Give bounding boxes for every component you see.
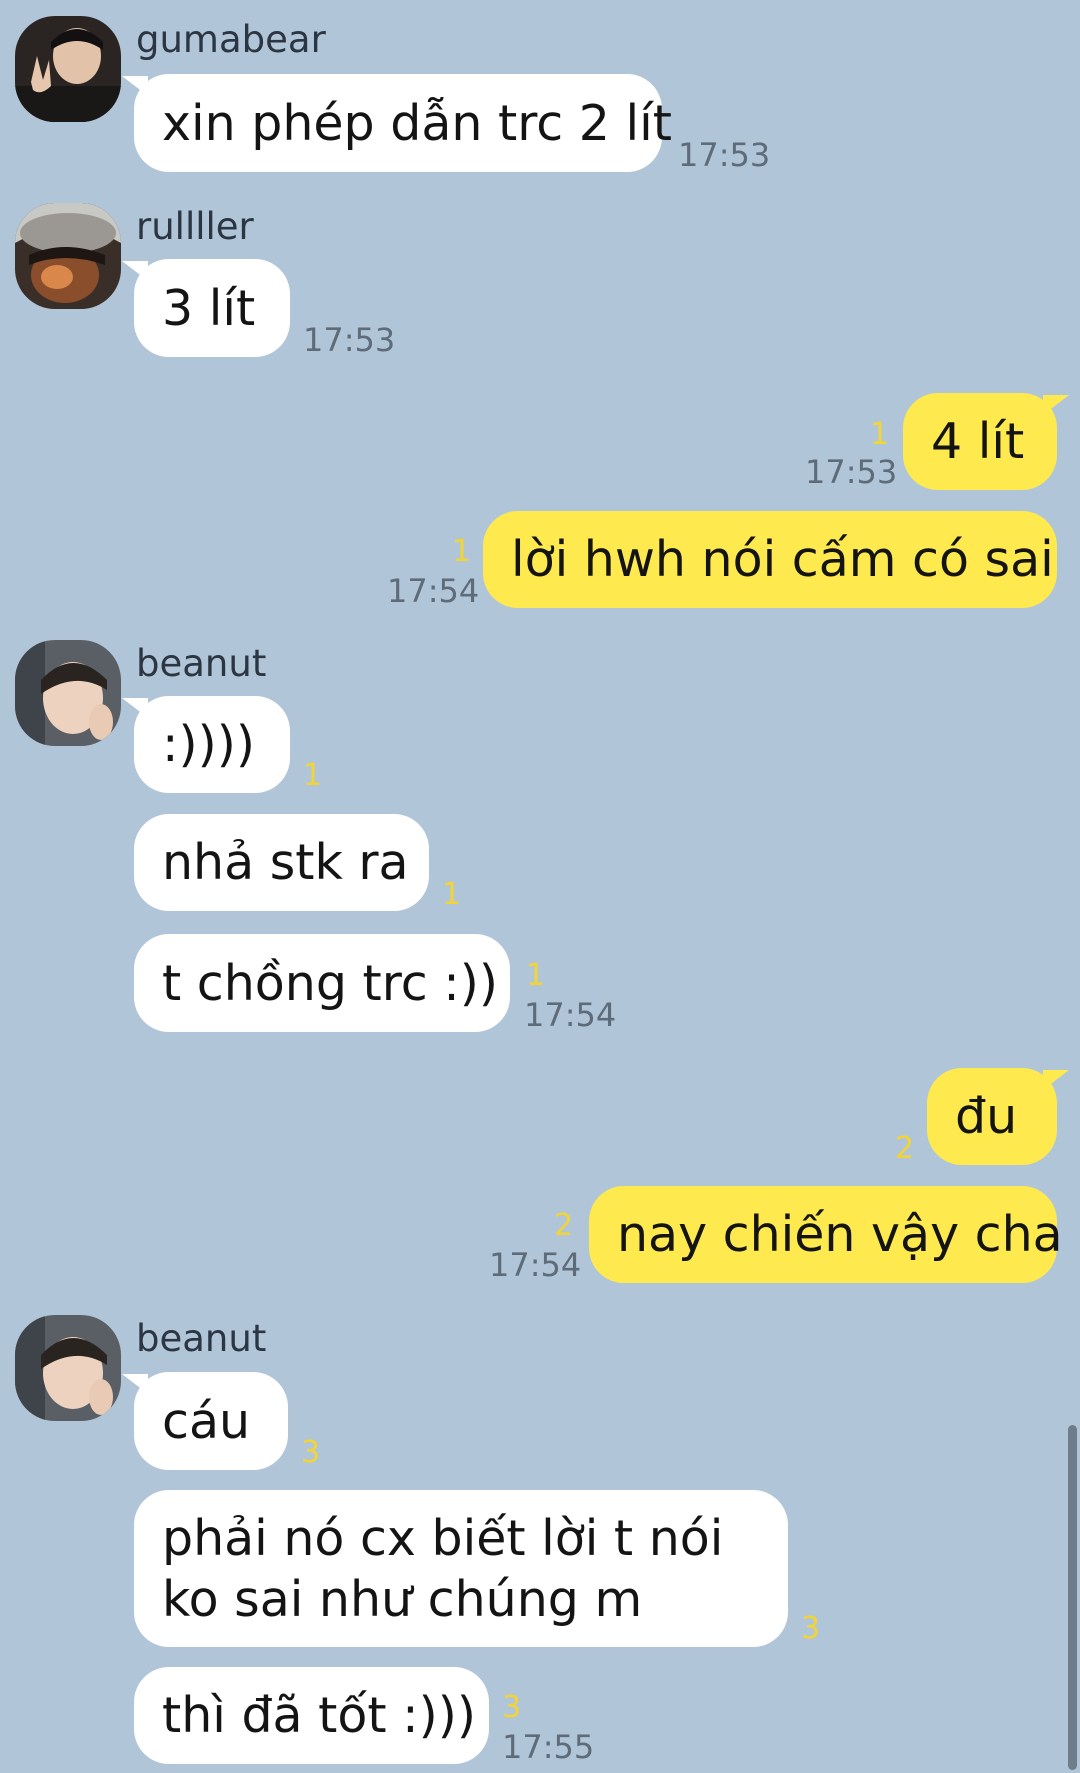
timestamp: 17:54	[489, 1246, 582, 1284]
sender-name: beanut	[136, 642, 267, 685]
message-text: nay chiến vậy cha	[617, 1206, 1063, 1263]
message-text: lời hwh nói cấm có sai	[511, 531, 1054, 588]
message-text: :))))	[162, 716, 255, 773]
unread-count: 2	[554, 1208, 574, 1243]
unread-count: 1	[442, 877, 462, 912]
message-bubble[interactable]: xin phép dẫn trc 2 lít	[122, 74, 672, 172]
message-bubble[interactable]: 3 lít	[122, 259, 290, 357]
avatar[interactable]	[15, 640, 121, 746]
user-avatar-rullller-icon	[15, 203, 121, 309]
user-avatar-beanut-icon	[15, 640, 121, 746]
message-text: cáu	[162, 1392, 251, 1450]
unread-count: 3	[301, 1435, 321, 1470]
timestamp: 17:55	[502, 1728, 595, 1766]
sender-name: gumabear	[136, 18, 326, 61]
avatar[interactable]	[15, 16, 121, 122]
scrollbar[interactable]	[1068, 1425, 1077, 1770]
timestamp: 17:54	[387, 572, 480, 610]
user-avatar-beanut-icon	[15, 1315, 121, 1421]
message-text: phải nó cx biết lời t nói ko sai như chú…	[162, 1509, 724, 1628]
unread-count: 1	[452, 534, 472, 569]
sender-name: rullller	[136, 205, 254, 248]
unread-count: 1	[303, 758, 323, 793]
message-text: nhả stk ra	[162, 834, 409, 891]
timestamp: 17:54	[524, 996, 617, 1034]
message-bubble[interactable]: t chồng trc :))	[134, 934, 510, 1032]
chat-room[interactable]: gumabear xin phép dẫn trc 2 lít 17:53 ru…	[0, 0, 1080, 1773]
message-bubble[interactable]: lời hwh nói cấm có sai	[483, 511, 1057, 608]
message-bubble[interactable]: :))))	[122, 696, 290, 793]
message-bubble[interactable]: đu	[927, 1068, 1069, 1165]
message-text: thì đã tốt :)))	[162, 1687, 477, 1744]
message-text: xin phép dẫn trc 2 lít	[162, 94, 672, 152]
message-text: 4 lít	[931, 413, 1025, 470]
timestamp: 17:53	[303, 321, 396, 359]
timestamp: 17:53	[805, 453, 898, 491]
message-text: đu	[955, 1088, 1018, 1145]
message-bubble[interactable]: phải nó cx biết lời t nói ko sai như chú…	[134, 1490, 788, 1647]
timestamp: 17:53	[678, 136, 771, 174]
unread-count: 2	[895, 1131, 915, 1166]
unread-count: 1	[526, 958, 546, 993]
message-bubble[interactable]: nhả stk ra	[134, 814, 429, 911]
avatar[interactable]	[15, 203, 121, 309]
message-bubble[interactable]: thì đã tốt :)))	[134, 1667, 489, 1764]
avatar[interactable]	[15, 1315, 121, 1421]
user-avatar-gumabear-icon	[15, 16, 121, 122]
unread-count: 3	[801, 1611, 821, 1646]
message-bubble[interactable]: nay chiến vậy cha	[589, 1186, 1063, 1283]
message-bubble[interactable]: cáu	[122, 1372, 288, 1470]
unread-count: 3	[502, 1690, 522, 1725]
message-text: 3 lít	[162, 279, 256, 337]
unread-count: 1	[870, 417, 890, 452]
message-text: t chồng trc :))	[162, 954, 499, 1012]
sender-name: beanut	[136, 1317, 267, 1360]
message-bubble[interactable]: 4 lít	[903, 393, 1069, 490]
